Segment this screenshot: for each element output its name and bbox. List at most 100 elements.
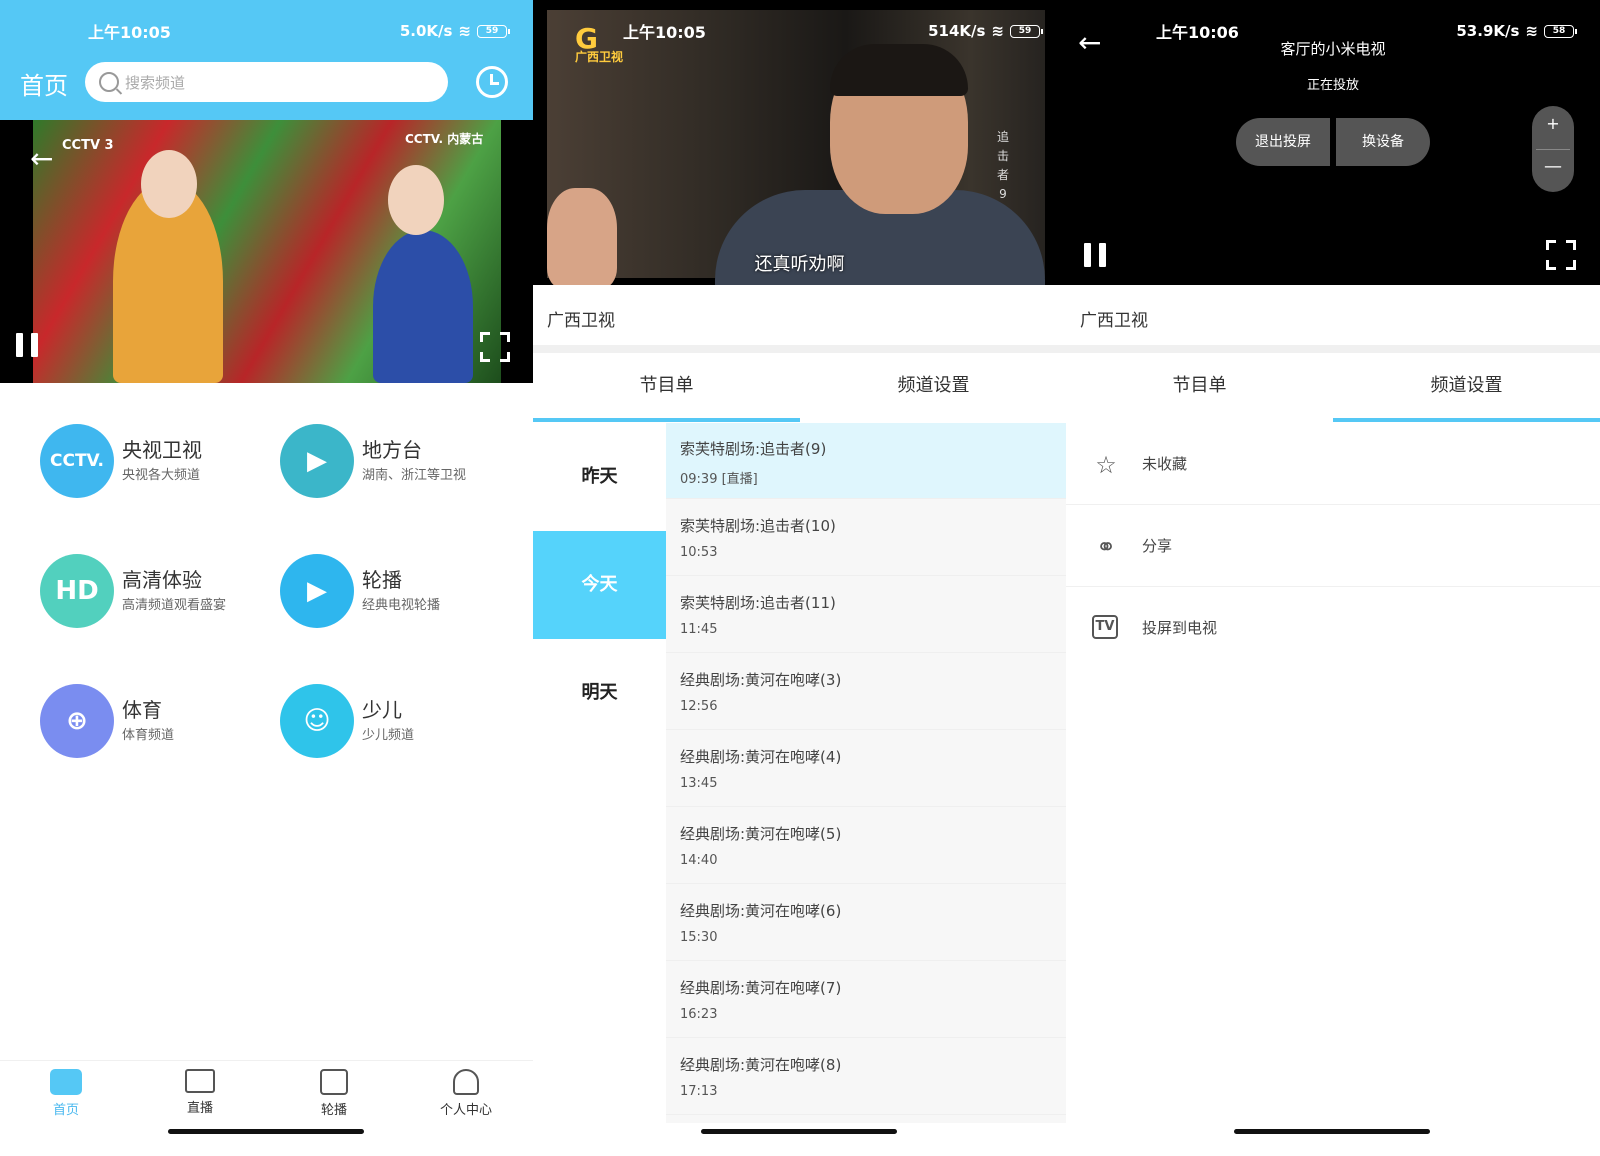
category-desc: 高清频道观看盛宴 <box>122 598 227 613</box>
program-name: 经典剧场:黄河在咆哮(7) <box>680 979 842 997</box>
program-name: 经典剧场:黄河在咆哮(8) <box>680 1056 842 1074</box>
day-tomorrow[interactable]: 明天 <box>533 639 666 747</box>
home-header: 上午10:05 5.0K/s ≋ 59 首页 搜索频道 <box>0 0 533 120</box>
category-item[interactable]: HD 高清体验 高清频道观看盛宴 <box>40 550 270 630</box>
category-icon: ☺ <box>280 684 354 758</box>
program-item[interactable]: 索芙特剧场:追击者(9) 09:39 [直播] <box>666 423 1066 499</box>
tv-play-icon <box>320 1069 348 1095</box>
tab-program-list[interactable]: 节目单 <box>533 353 800 419</box>
cast-tv-icon: TV <box>1092 615 1118 639</box>
subtitle: 还真听劝啊 <box>754 254 845 275</box>
cast-to-tv-item[interactable]: TV 投屏到电视 <box>1066 587 1600 669</box>
volume-up-button[interactable]: + <box>1532 114 1574 133</box>
program-item[interactable]: 经典剧场:黄河在咆哮(7) 16:23 <box>666 962 1066 1038</box>
category-item[interactable]: ☺ 少儿少儿频道 <box>280 680 510 760</box>
setting-label: 未收藏 <box>1142 455 1188 473</box>
drama-title-vertical: 追击者9 <box>996 130 1009 201</box>
home-indicator <box>701 1129 897 1134</box>
cast-player: 上午10:06 53.9K/s ≋ 58 ← 客厅的小米电视 正在投放 退出投屏… <box>1066 0 1600 285</box>
channel-watermark: CCTV. 内蒙古 <box>405 132 484 146</box>
host-right-head <box>388 165 444 235</box>
channel-title: 广西卫视 <box>1080 311 1148 331</box>
category-icon: HD <box>40 554 114 628</box>
home-indicator <box>168 1129 364 1134</box>
video-player[interactable]: CCTV 3 CCTV. 内蒙古 ← <box>0 120 533 383</box>
battery-icon: 59 <box>1010 24 1043 38</box>
category-item[interactable]: ▶ 地方台 湖南、浙江等卫视 <box>280 420 510 500</box>
program-time: 12:56 <box>680 699 718 714</box>
search-icon <box>99 72 119 92</box>
category-desc: 体育频道 <box>122 728 175 743</box>
switch-device-button[interactable]: 换设备 <box>1336 118 1430 166</box>
network-speed: 5.0K/s <box>399 22 453 40</box>
video-player[interactable]: 上午10:05 514K/s ≋ 59 G 广西卫视 追击者9 还真听劝啊 <box>533 0 1066 285</box>
setting-label: 投屏到电视 <box>1142 619 1218 637</box>
program-time: 15:30 <box>680 930 718 945</box>
tab-live[interactable]: 直播 <box>150 1069 250 1116</box>
fullscreen-icon[interactable] <box>480 332 510 362</box>
program-item[interactable]: 经典剧场:黄河在咆哮(4) 13:45 <box>666 731 1066 807</box>
day-today[interactable]: 今天 <box>533 531 666 639</box>
fullscreen-icon[interactable] <box>1546 240 1576 270</box>
tab-channel-settings[interactable]: 频道设置 <box>1333 353 1600 419</box>
tab-carousel[interactable]: 轮播 <box>284 1069 384 1118</box>
divider <box>533 345 1066 353</box>
program-name: 经典剧场:黄河在咆哮(4) <box>680 748 842 766</box>
category-icon: ▶ <box>280 424 354 498</box>
page-title: 首页 <box>20 72 68 100</box>
star-icon: ☆ <box>1095 451 1117 479</box>
battery-icon: 59 <box>477 24 510 38</box>
category-icon: CCTV. <box>40 424 114 498</box>
tab-label: 轮播 <box>320 1103 347 1118</box>
user-icon <box>453 1069 479 1095</box>
bottom-tab-bar: 首页 直播 轮播 个人中心 <box>0 1060 533 1130</box>
pause-icon[interactable] <box>1084 243 1106 267</box>
tab-label: 直播 <box>186 1101 213 1116</box>
program-item[interactable]: 经典剧场:黄河在咆哮(3) 12:56 <box>666 654 1066 730</box>
status-bar: 上午10:05 5.0K/s ≋ 59 <box>0 16 533 46</box>
program-item[interactable]: 经典剧场:黄河在咆哮(5) 14:40 <box>666 808 1066 884</box>
category-icon: ⊕ <box>40 684 114 758</box>
program-name: 经典剧场:黄河在咆哮(5) <box>680 825 842 843</box>
cast-device-name: 客厅的小米电视 <box>1280 40 1386 58</box>
tab-channel-settings[interactable]: 频道设置 <box>800 353 1066 419</box>
program-name: 索芙特剧场:追击者(9) <box>680 440 827 458</box>
home-indicator <box>1234 1129 1430 1134</box>
tab-home[interactable]: 首页 <box>16 1069 116 1118</box>
volume-control: + — <box>1532 106 1574 192</box>
category-desc: 经典电视轮播 <box>362 598 441 613</box>
exit-cast-button[interactable]: 退出投屏 <box>1236 118 1330 166</box>
category-desc: 少儿频道 <box>362 728 415 743</box>
program-time: 14:40 <box>680 853 718 868</box>
favorite-item[interactable]: ☆ 未收藏 <box>1066 423 1600 505</box>
divider <box>1066 345 1600 353</box>
volume-down-button[interactable]: — <box>1532 156 1574 177</box>
category-desc: 央视各大频道 <box>122 468 201 483</box>
program-name: 索芙特剧场:追击者(10) <box>680 517 836 535</box>
share-item[interactable]: ⚭ 分享 <box>1066 505 1600 587</box>
program-time: 11:45 <box>680 622 718 637</box>
pause-icon[interactable] <box>16 333 38 357</box>
program-item[interactable]: 索芙特剧场:追击者(11) 11:45 <box>666 577 1066 653</box>
category-item[interactable]: CCTV. 央视卫视 央视各大频道 <box>40 420 270 500</box>
category-name: 地方台 <box>362 438 422 462</box>
tab-label: 首页 <box>52 1103 79 1118</box>
history-icon[interactable] <box>476 66 508 98</box>
setting-label: 分享 <box>1142 537 1173 555</box>
program-item[interactable]: 索芙特剧场:追击者(10) 10:53 <box>666 500 1066 576</box>
category-item[interactable]: ▶ 轮播 经典电视轮播 <box>280 550 510 630</box>
program-name: 经典剧场:黄河在咆哮(3) <box>680 671 842 689</box>
tab-profile[interactable]: 个人中心 <box>416 1069 516 1118</box>
tab-program-list[interactable]: 节目单 <box>1066 353 1333 419</box>
day-yesterday[interactable]: 昨天 <box>533 423 666 531</box>
program-name: 索芙特剧场:追击者(11) <box>680 594 836 612</box>
category-name: 少儿 <box>362 698 402 722</box>
status-right: 514K/s ≋ 59 <box>928 22 1043 40</box>
status-time: 上午10:05 <box>88 23 171 42</box>
program-item[interactable]: 经典剧场:黄河在咆哮(8) 17:13 <box>666 1039 1066 1115</box>
search-placeholder: 搜索频道 <box>125 73 186 92</box>
back-arrow-icon[interactable]: ← <box>30 142 53 175</box>
search-input[interactable]: 搜索频道 <box>85 62 448 102</box>
program-item[interactable]: 经典剧场:黄河在咆哮(6) 15:30 <box>666 885 1066 961</box>
category-item[interactable]: ⊕ 体育 体育频道 <box>40 680 270 760</box>
